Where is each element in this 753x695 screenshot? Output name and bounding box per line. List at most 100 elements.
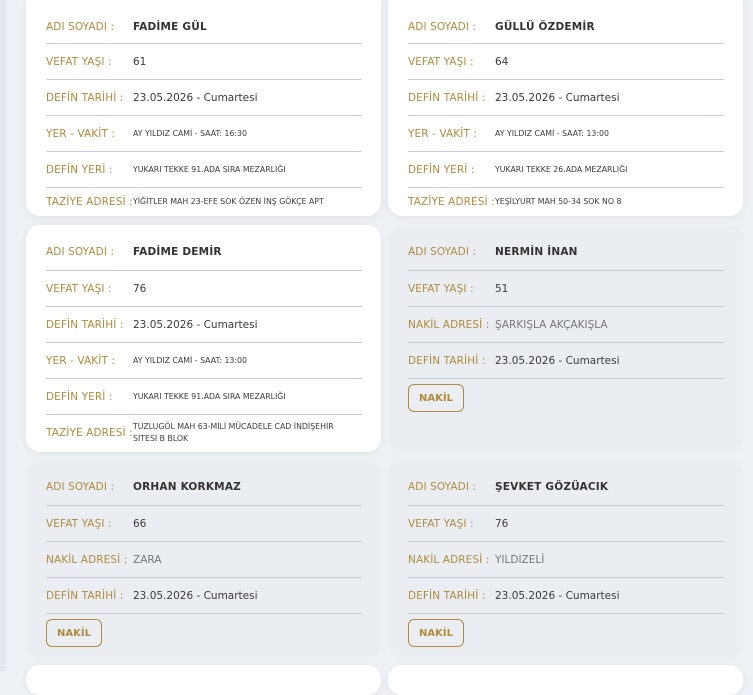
burial-place-value: YUKARI TEKKE 91.ADA SIRA MEZARLIĞI	[133, 391, 286, 401]
age-label: VEFAT YAŞI :	[408, 282, 474, 295]
name-row: ADI SOYADI : FADİME DEMİR	[46, 225, 362, 271]
transfer-button[interactable]: NAKİL	[46, 619, 102, 647]
age-value: 76	[133, 282, 147, 295]
burial-place-label: DEFİN YERİ :	[408, 163, 475, 176]
funeral-card-partial	[26, 665, 381, 695]
burial-place-value: YUKARI TEKKE 91.ADA SIRA MEZARLIĞI	[133, 164, 286, 174]
left-edge	[0, 0, 6, 671]
burial-date-label: DEFİN TARİHİ :	[46, 318, 124, 331]
condolence-label: TAZİYE ADRESİ :	[46, 427, 133, 439]
age-row: VEFAT YAŞI : 51	[408, 271, 724, 307]
condolence-row: TAZİYE ADRESİ : YİĞİTLER MAH 23-EFE SOK …	[46, 188, 362, 215]
place-time-row: YER - VAKİT : AY YILDIZ CAMİ - SAAT: 13:…	[46, 343, 362, 379]
age-value: 51	[495, 282, 509, 295]
deceased-name: ORHAN KORKMAZ	[133, 481, 241, 493]
place-time-label: YER - VAKİT :	[408, 127, 478, 140]
condolence-label: TAZİYE ADRESİ :	[408, 195, 495, 208]
funeral-card: ADI SOYADI : GÜLLÜ ÖZDEMİR VEFAT YAŞI : …	[388, 0, 743, 216]
deceased-name: FADİME GÜL	[133, 20, 207, 33]
transfer-card: ADI SOYADI : NERMİN İNAN VEFAT YAŞI : 51…	[388, 225, 743, 452]
burial-date-label: DEFİN TARİHİ :	[408, 91, 486, 104]
age-row: VEFAT YAŞI : 76	[408, 506, 724, 542]
date-row: DEFİN TARİHİ : 23.05.2026 - Cumartesi	[408, 343, 724, 379]
age-row: VEFAT YAŞI : 76	[46, 271, 362, 307]
condolence-label: TAZİYE ADRESİ :	[46, 195, 133, 208]
condolence-value: TUZLUGÖL MAH 63-MİLİ MÜCADELE CAD İNDİŞE…	[133, 422, 334, 443]
date-row: DEFİN TARİHİ : 23.05.2026 - Cumartesi	[46, 307, 362, 343]
transfer-row: NAKİL ADRESİ : ZARA	[46, 542, 362, 578]
place-time-row: YER - VAKİT : AY YILDIZ CAMİ - SAAT: 16:…	[46, 116, 362, 152]
condolence-value: YEŞİLYURT MAH 50-34 SOK NO 8	[495, 196, 622, 206]
transfer-label: NAKİL ADRESİ :	[46, 553, 128, 566]
transfer-card: ADI SOYADI : ORHAN KORKMAZ VEFAT YAŞI : …	[26, 460, 381, 658]
date-row: DEFİN TARİHİ : 23.05.2026 - Cumartesi	[408, 578, 724, 614]
funeral-card: ADI SOYADI : FADİME GÜL VEFAT YAŞI : 61 …	[26, 0, 381, 216]
transfer-button[interactable]: NAKİL	[408, 619, 464, 647]
transfer-button[interactable]: NAKİL	[408, 384, 464, 412]
name-label: ADI SOYADI :	[408, 20, 477, 33]
condolence-row: TAZİYE ADRESİ : TUZLUGÖL MAH 63-MİLİ MÜC…	[46, 415, 362, 451]
deceased-name: FADİME DEMİR	[133, 246, 222, 258]
funeral-card-partial	[388, 665, 743, 695]
name-label: ADI SOYADI :	[46, 20, 115, 33]
transfer-row: NAKİL ADRESİ : ŞARKIŞLA AKÇAKIŞLA	[408, 307, 724, 343]
burial-date-value: 23.05.2026 - Cumartesi	[133, 318, 258, 331]
place-time-label: YER - VAKİT :	[46, 127, 116, 140]
age-row: VEFAT YAŞI : 66	[46, 506, 362, 542]
age-label: VEFAT YAŞI :	[408, 517, 474, 530]
age-value: 76	[495, 517, 509, 530]
deceased-name: GÜLLÜ ÖZDEMİR	[495, 20, 595, 33]
name-row: ADI SOYADI : GÜLLÜ ÖZDEMİR	[408, 0, 724, 44]
burial-place-label: DEFİN YERİ :	[46, 163, 113, 176]
transfer-value: ZARA	[133, 553, 162, 566]
age-value: 61	[133, 55, 147, 68]
burial-date-value: 23.05.2026 - Cumartesi	[495, 91, 620, 104]
date-row: DEFİN TARİHİ : 23.05.2026 - Cumartesi	[46, 578, 362, 614]
transfer-value: ŞARKIŞLA AKÇAKIŞLA	[495, 318, 608, 331]
age-label: VEFAT YAŞI :	[408, 55, 474, 68]
age-row: VEFAT YAŞI : 64	[408, 44, 724, 80]
burial-date-value: 23.05.2026 - Cumartesi	[133, 589, 258, 602]
age-label: VEFAT YAŞI :	[46, 55, 112, 68]
age-label: VEFAT YAŞI :	[46, 517, 112, 530]
burial-place-label: DEFİN YERİ :	[46, 390, 113, 403]
condolence-row: TAZİYE ADRESİ : YEŞİLYURT MAH 50-34 SOK …	[408, 188, 724, 215]
burial-date-label: DEFİN TARİHİ :	[408, 589, 486, 602]
burial-date-value: 23.05.2026 - Cumartesi	[495, 354, 620, 367]
burial-date-label: DEFİN TARİHİ :	[46, 91, 124, 104]
condolence-value: YİĞİTLER MAH 23-EFE SOK ÖZEN İNŞ GÖKÇE A…	[133, 196, 324, 206]
name-label: ADI SOYADI :	[46, 481, 115, 493]
transfer-label: NAKİL ADRESİ :	[408, 553, 490, 566]
age-value: 66	[133, 517, 147, 530]
deceased-name: NERMİN İNAN	[495, 246, 578, 258]
transfer-label: NAKİL ADRESİ :	[408, 318, 490, 331]
burial-place-value: YUKARI TEKKE 26.ADA MEZARLIĞI	[495, 164, 628, 174]
age-value: 64	[495, 55, 509, 68]
transfer-value: YILDIZELİ	[495, 553, 545, 566]
name-row: ADI SOYADI : ŞEVKET GÖZÜACIK	[408, 460, 724, 506]
age-label: VEFAT YAŞI :	[46, 282, 112, 295]
burial-place-row: DEFİN YERİ : YUKARI TEKKE 26.ADA MEZARLI…	[408, 152, 724, 188]
date-row: DEFİN TARİHİ : 23.05.2026 - Cumartesi	[46, 80, 362, 116]
burial-date-value: 23.05.2026 - Cumartesi	[495, 589, 620, 602]
place-time-value: AY YILDIZ CAMİ - SAAT: 16:30	[133, 128, 247, 138]
name-row: ADI SOYADI : ORHAN KORKMAZ	[46, 460, 362, 506]
place-time-value: AY YILDIZ CAMİ - SAAT: 13:00	[133, 355, 247, 365]
place-time-label: YER - VAKİT :	[46, 354, 116, 367]
burial-place-row: DEFİN YERİ : YUKARI TEKKE 91.ADA SIRA ME…	[46, 379, 362, 415]
date-row: DEFİN TARİHİ : 23.05.2026 - Cumartesi	[408, 80, 724, 116]
transfer-card: ADI SOYADI : ŞEVKET GÖZÜACIK VEFAT YAŞI …	[388, 460, 743, 658]
name-label: ADI SOYADI :	[408, 246, 477, 258]
name-label: ADI SOYADI :	[408, 481, 477, 493]
burial-date-label: DEFİN TARİHİ :	[46, 589, 124, 602]
funeral-card: ADI SOYADI : FADİME DEMİR VEFAT YAŞI : 7…	[26, 225, 381, 452]
burial-date-label: DEFİN TARİHİ :	[408, 354, 486, 367]
deceased-name: ŞEVKET GÖZÜACIK	[495, 481, 609, 493]
burial-place-row: DEFİN YERİ : YUKARI TEKKE 91.ADA SIRA ME…	[46, 152, 362, 188]
age-row: VEFAT YAŞI : 61	[46, 44, 362, 80]
place-time-value: AY YILDIZ CAMİ - SAAT: 13:00	[495, 128, 609, 138]
place-time-row: YER - VAKİT : AY YILDIZ CAMİ - SAAT: 13:…	[408, 116, 724, 152]
name-row: ADI SOYADI : NERMİN İNAN	[408, 225, 724, 271]
name-label: ADI SOYADI :	[46, 246, 115, 258]
burial-date-value: 23.05.2026 - Cumartesi	[133, 91, 258, 104]
